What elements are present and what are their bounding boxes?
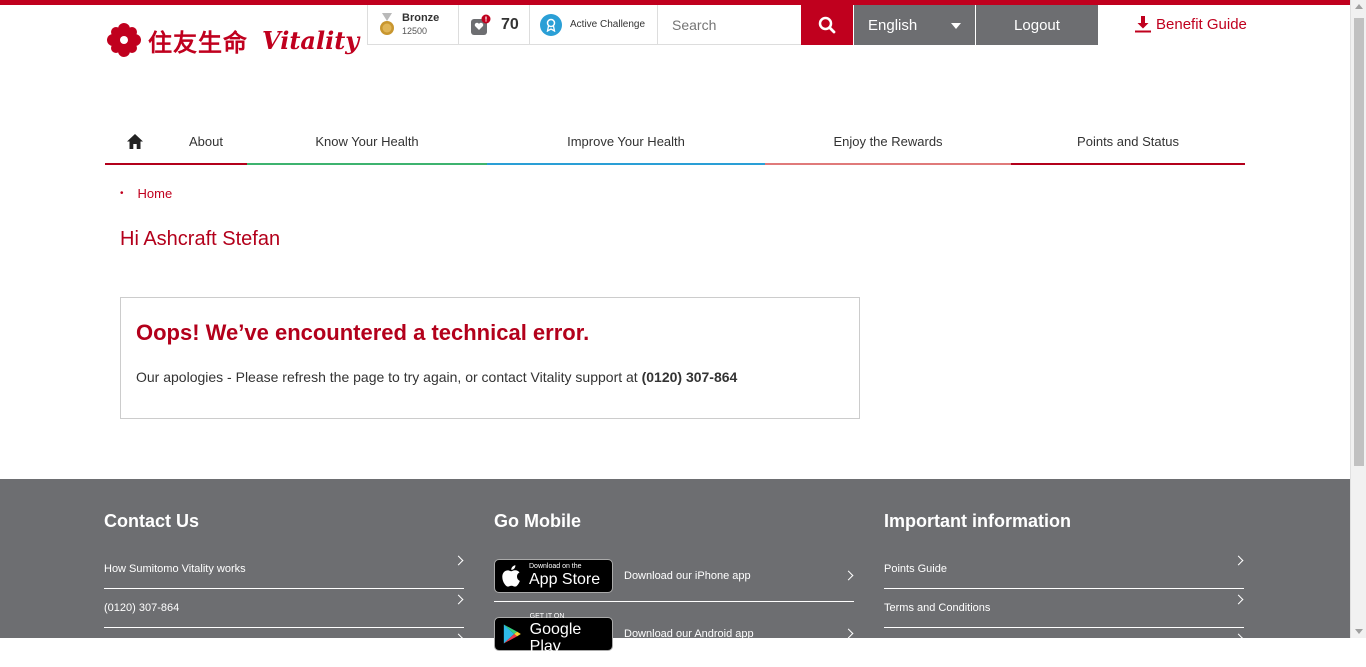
google-play-icon [503,624,521,643]
language-value: English [868,16,918,34]
scroll-down-arrow-icon[interactable] [1355,629,1363,634]
main-nav: About Know Your Health Improve Your Heal… [105,120,1245,165]
footer-link-label: (0120) 307-864 [104,602,180,614]
footer-iphone-app[interactable]: Download on the App Store Download our i… [494,550,854,602]
status-level-label: Bronze [402,12,440,24]
logout-button[interactable]: Logout [976,5,1098,45]
footer-link-terms[interactable]: Terms and Conditions [884,589,1244,628]
error-panel: Oops! We’ve encountered a technical erro… [120,297,860,419]
footer: Contact Us How Sumitomo Vitality works (… [0,479,1350,667]
google-play-small-text: GET IT ON [529,612,565,620]
support-phone: (0120) 307-864 [641,369,738,385]
benefit-guide-label: Benefit Guide [1156,15,1247,33]
google-play-badge[interactable]: GET IT ON Google Play [494,613,613,655]
benefit-guide-link[interactable]: Benefit Guide [1134,15,1247,33]
scroll-up-arrow-icon[interactable] [1355,4,1363,9]
sumitomo-logo-mark-icon [107,23,141,57]
page-greeting: Hi Ashcraft Stefan [120,228,281,250]
logo-japanese-text: 住友生命 [148,28,248,57]
chevron-right-icon [1233,633,1244,644]
footer-info-heading: Important information [884,511,1071,531]
breadcrumb-bullet-icon: • [120,188,124,199]
nav-home[interactable] [105,120,165,165]
search-input[interactable] [672,16,792,33]
footer-contact-heading: Contact Us [104,511,200,531]
active-challenge[interactable]: Active Challenge [530,5,658,44]
status-points-label: 12500 [402,26,428,36]
footer-link-points-guide[interactable]: Points Guide [884,550,1244,589]
chevron-right-icon [453,633,464,644]
footer-link-label: Points Guide [884,563,947,575]
error-message-text: Our apologies - Please refresh the page … [136,369,642,385]
breadcrumb-home[interactable]: Home [138,186,173,201]
footer-link-privacy[interactable]: Privacy Statement [884,628,1244,667]
search-field-wrap [658,5,802,44]
chevron-right-icon [453,555,464,566]
app-store-badge[interactable]: Download on the App Store [494,558,613,593]
nav-enjoy-the-rewards[interactable]: Enjoy the Rewards [765,120,1011,165]
nav-know-your-health[interactable]: Know Your Health [247,120,487,165]
footer-android-app[interactable]: GET IT ON Google Play Download our Andro… [494,608,854,660]
home-icon [127,134,143,149]
caret-down-icon [951,23,961,29]
nav-points-and-status[interactable]: Points and Status [1011,120,1245,165]
footer-info-column: Important information Points Guide Terms… [884,511,1244,667]
search-button[interactable] [801,5,853,45]
footer-link-how-it-works[interactable]: How Sumitomo Vitality works [104,550,464,589]
nav-about[interactable]: About [165,120,247,165]
search-icon [818,16,836,34]
points-value: 70 [501,15,519,33]
status-level[interactable]: Bronze 12500 [368,5,459,44]
footer-link-email[interactable]: sumisei_vitality_contact@am.sumitomolife… [104,628,464,667]
scrollbar-thumb[interactable] [1354,18,1364,466]
app-store-big-text: App Store [529,571,601,588]
footer-link-label: Privacy Statement [884,641,974,653]
points-heart-icon [469,14,491,36]
chevron-right-icon [1233,594,1244,605]
footer-mobile-column: Go Mobile Download on the App Store Down… [494,511,854,666]
bronze-medal-icon [380,12,394,35]
chevron-right-icon [843,570,854,581]
footer-link-label: Terms and Conditions [884,602,991,614]
iphone-app-label: Download our iPhone app [624,569,751,582]
footer-link-label: How Sumitomo Vitality works [104,563,246,575]
error-title: Oops! We’ve encountered a technical erro… [136,320,590,345]
vitality-points[interactable]: 70 [459,5,530,44]
chevron-right-icon [843,628,854,639]
challenge-ribbon-icon [540,13,562,36]
breadcrumb: • Home [120,186,172,201]
logo-vitality-text: Vitality [262,25,360,55]
challenge-label: Active Challenge [570,19,646,30]
vertical-scrollbar[interactable] [1350,0,1366,638]
app-store-small-text: Download on the [529,563,582,570]
apple-icon [502,564,520,587]
footer-mobile-heading: Go Mobile [494,511,581,531]
error-message: Our apologies - Please refresh the page … [136,369,844,385]
nav-improve-your-health[interactable]: Improve Your Health [487,120,765,165]
language-select[interactable]: English [854,5,975,45]
chevron-right-icon [1233,555,1244,566]
chevron-right-icon [453,594,464,605]
download-icon [1135,16,1151,33]
status-bar: Bronze 12500 70 Active Challenge [367,5,803,45]
footer-contact-column: Contact Us How Sumitomo Vitality works (… [104,511,464,667]
footer-link-phone[interactable]: (0120) 307-864 [104,589,464,628]
footer-link-label: sumisei_vitality_contact@am.sumitomolife… [104,641,338,653]
logo[interactable]: 住友生命 Vitality [106,20,359,60]
